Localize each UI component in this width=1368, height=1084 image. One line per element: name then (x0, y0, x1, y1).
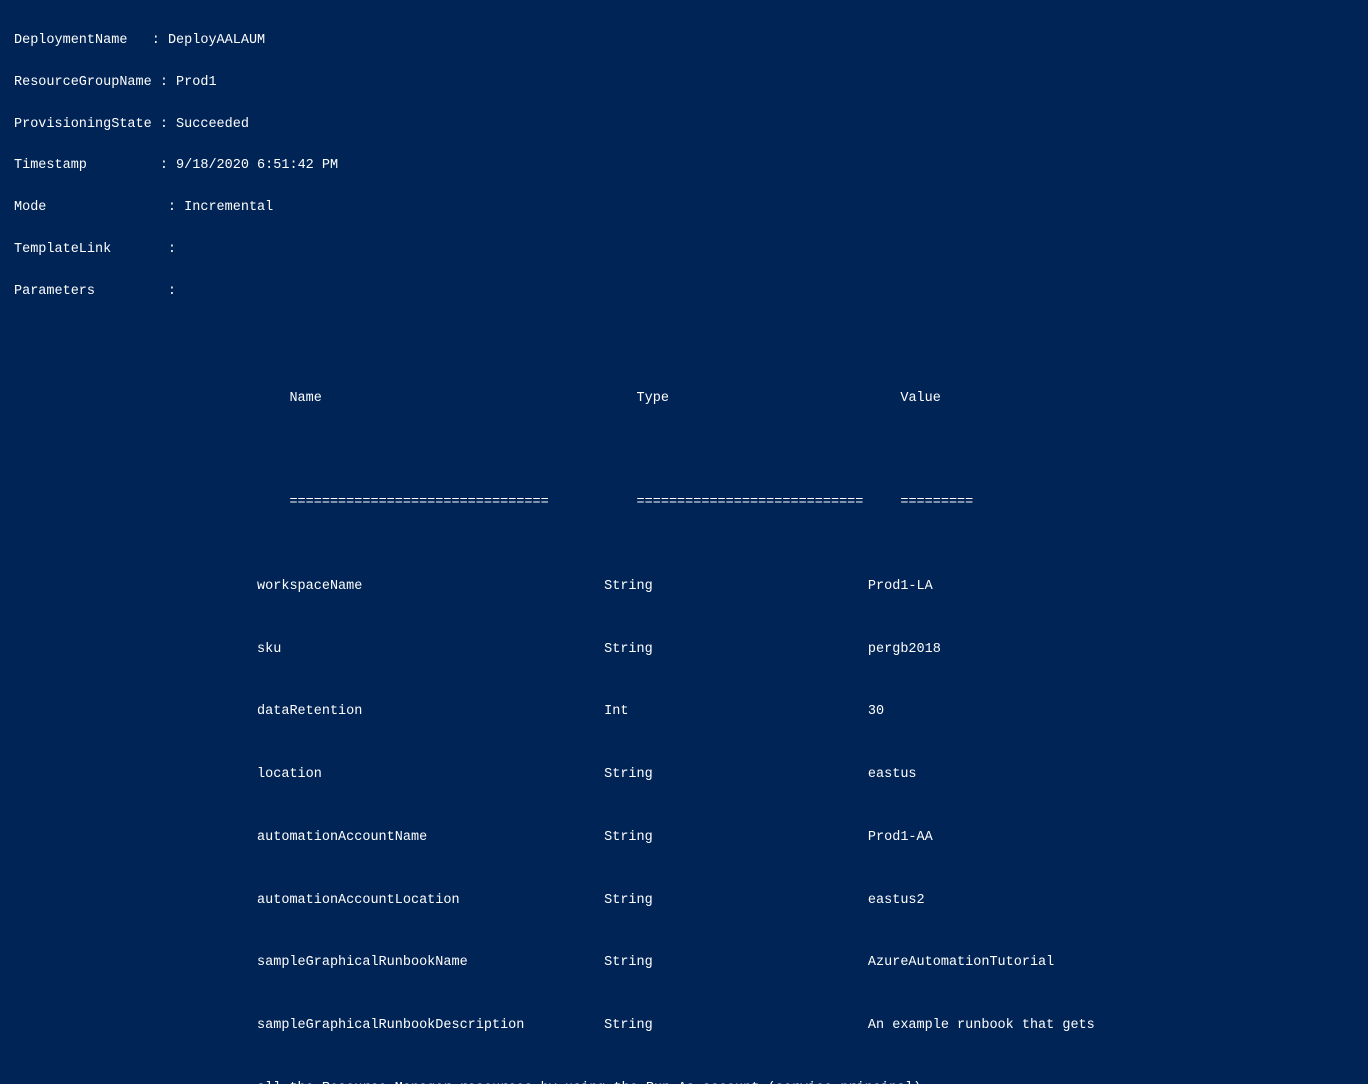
label-timestamp: Timestamp (14, 156, 87, 177)
field-template-link: TemplateLink : (14, 240, 1354, 261)
table-row: dataRetention Int 30 (14, 702, 1354, 723)
field-resource-group: ResourceGroupName : Prod1 (14, 73, 1354, 94)
col-header-name: Name (46, 389, 466, 410)
table-row: workspaceName String Prod1-LA (14, 577, 1354, 598)
col-header-type: Type (466, 389, 746, 410)
table-row: sampleGraphicalRunbookDescription String… (14, 1016, 1354, 1037)
field-mode: Mode : Incremental (14, 198, 1354, 219)
label-parameters: Parameters (14, 282, 95, 303)
table-row: automationAccountLocation String eastus2 (14, 891, 1354, 912)
label-template-link: TemplateLink (14, 240, 111, 261)
table-row: sku String pergb2018 (14, 640, 1354, 661)
label-mode: Mode (14, 198, 46, 219)
table-row: location String eastus (14, 765, 1354, 786)
value-deployment: DeployAALAUM (168, 33, 265, 48)
table-row: automationAccountName String Prod1-AA (14, 828, 1354, 849)
parameters-table: Name Type Value ========================… (14, 326, 1354, 1084)
sep-value: ========= (746, 493, 973, 514)
label-provisioning: ProvisioningState (14, 115, 152, 136)
sep-type: ============================ (466, 493, 746, 514)
label-deployment: DeploymentName (14, 31, 127, 52)
value-mode: Incremental (184, 200, 273, 215)
col-header-value: Value (746, 389, 940, 410)
field-provisioning: ProvisioningState : Succeeded (14, 115, 1354, 136)
table-separator-row: ================================ =======… (14, 472, 1354, 535)
table-row: sampleGraphicalRunbookName String AzureA… (14, 953, 1354, 974)
value-resource-group: Prod1 (176, 75, 217, 90)
table-row-wrap: all the Resource Manager resources by us… (14, 1079, 1354, 1084)
field-timestamp: Timestamp : 9/18/2020 6:51:42 PM (14, 156, 1354, 177)
label-resource-group: ResourceGroupName (14, 73, 152, 94)
field-parameters: Parameters : (14, 282, 1354, 303)
value-provisioning: Succeeded (176, 117, 249, 132)
value-timestamp: 9/18/2020 6:51:42 PM (176, 158, 338, 173)
terminal-output: DeploymentName : DeployAALAUM ResourceGr… (14, 10, 1354, 1084)
sep-name: ================================ (46, 493, 466, 514)
table-header-row: Name Type Value (14, 368, 1354, 431)
field-deployment-name: DeploymentName : DeployAALAUM (14, 31, 1354, 52)
